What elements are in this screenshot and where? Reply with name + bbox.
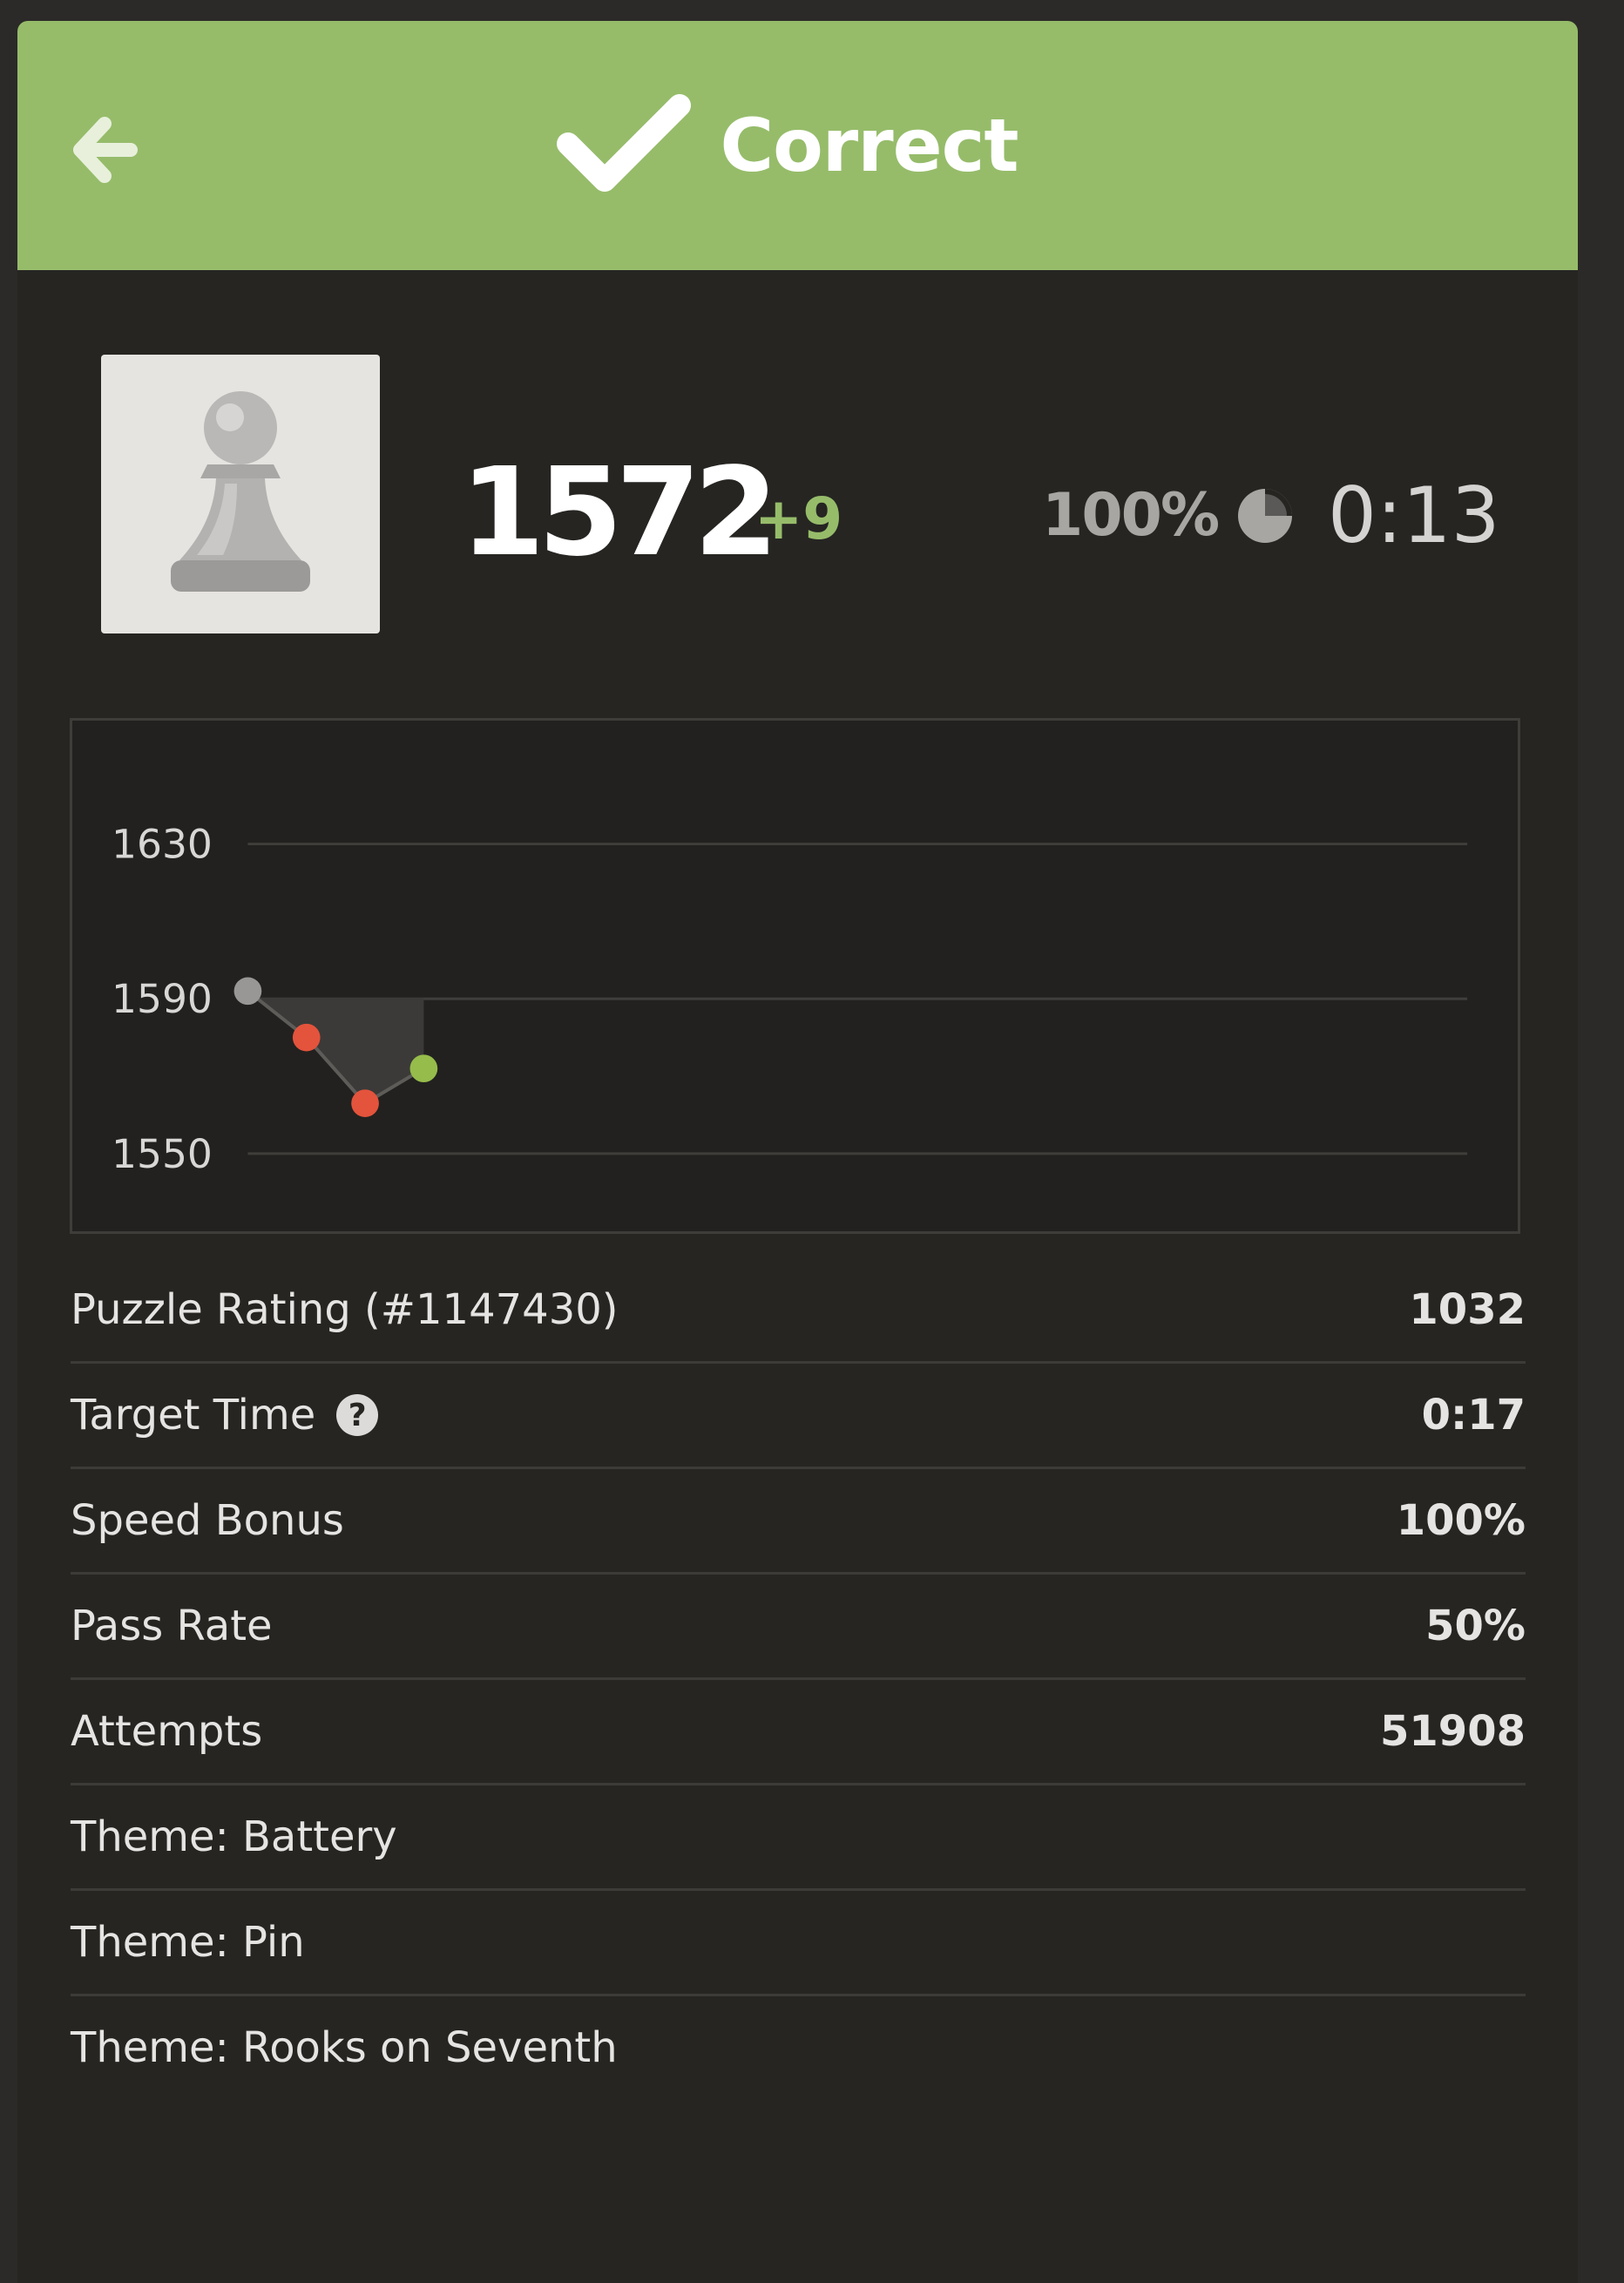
header-title-group: Correct xyxy=(17,21,1578,270)
theme-link[interactable]: Theme: Battery xyxy=(71,1812,397,1861)
stat-label-group: Target Time ? xyxy=(71,1391,379,1440)
y-tick-label: 1630 xyxy=(112,821,213,867)
stat-row-speed-bonus: Speed Bonus 100% xyxy=(71,1469,1526,1575)
question-icon[interactable]: ? xyxy=(336,1394,379,1436)
rating-value: 1572 xyxy=(460,442,779,584)
y-tick-label: 1550 xyxy=(112,1131,213,1177)
stat-value: 100% xyxy=(1396,1496,1526,1545)
puzzle-result-panel: Correct 1572 +9 100% 0:13 1630 1590 1550 P… xyxy=(17,21,1578,2283)
stat-value: 1032 xyxy=(1409,1285,1526,1334)
rating-chart-svg: 1630 1590 1550 xyxy=(112,821,1468,1177)
checkmark-icon xyxy=(557,94,692,192)
stat-label: Target Time xyxy=(71,1391,316,1440)
stat-label: Pass Rate xyxy=(71,1602,273,1650)
stat-value: 51908 xyxy=(1380,1707,1526,1756)
rating-point-start[interactable] xyxy=(233,977,262,1006)
rating-area xyxy=(247,991,424,1104)
rating-delta: +9 xyxy=(754,485,843,552)
pie-timer-icon xyxy=(1238,489,1292,543)
y-tick-label: 1590 xyxy=(112,976,213,1022)
stat-value: 0:17 xyxy=(1421,1391,1526,1440)
pawn-icon xyxy=(171,391,310,592)
stat-value: 50% xyxy=(1425,1602,1526,1650)
stat-label: Puzzle Rating (#1147430) xyxy=(71,1285,619,1334)
rating-point-incorrect[interactable] xyxy=(351,1089,379,1118)
theme-link[interactable]: Theme: Rooks on Seventh xyxy=(71,2023,618,2072)
avatar xyxy=(101,355,380,633)
result-title: Correct xyxy=(720,103,1018,188)
stat-row-theme-rooks: Theme: Rooks on Seventh xyxy=(71,1996,1526,2099)
stat-row-target-time: Target Time ? 0:17 xyxy=(71,1364,1526,1469)
rating-chart: 1630 1590 1550 xyxy=(70,718,1520,1234)
stat-label: Speed Bonus xyxy=(71,1496,344,1545)
accuracy-value: 100% xyxy=(1042,481,1220,550)
stat-row-attempts: Attempts 51908 xyxy=(71,1680,1526,1785)
result-header: Correct xyxy=(17,21,1578,270)
theme-link[interactable]: Theme: Pin xyxy=(71,1918,305,1967)
stat-label: Attempts xyxy=(71,1707,263,1756)
rating-point-incorrect[interactable] xyxy=(292,1023,321,1052)
stat-row-pass-rate: Pass Rate 50% xyxy=(71,1575,1526,1680)
stat-row-puzzle-rating: Puzzle Rating (#1147430) 1032 xyxy=(71,1258,1526,1364)
time-value: 0:13 xyxy=(1328,471,1500,560)
stat-row-theme-battery: Theme: Battery xyxy=(71,1785,1526,1891)
stat-row-theme-pin: Theme: Pin xyxy=(71,1891,1526,1996)
rating-point-correct[interactable] xyxy=(409,1054,438,1083)
puzzle-stats: Puzzle Rating (#1147430) 1032 Target Tim… xyxy=(71,1258,1526,2099)
